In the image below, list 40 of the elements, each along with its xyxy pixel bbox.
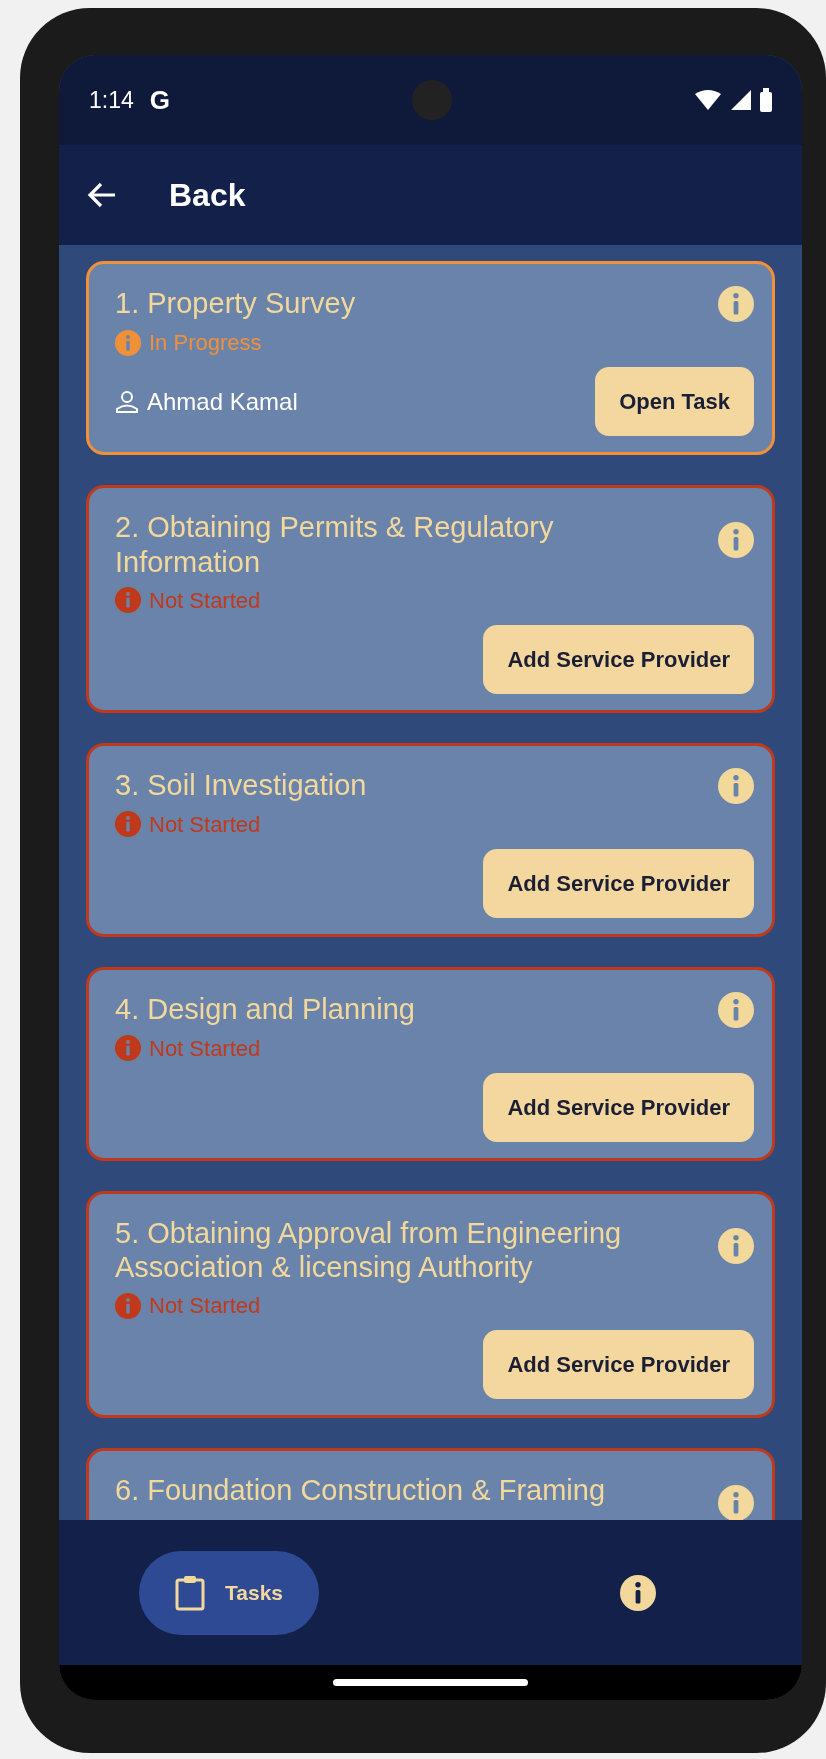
wifi-icon	[694, 89, 722, 111]
status-icon	[115, 1035, 141, 1062]
task-action-button[interactable]: Add Service Provider	[483, 1330, 754, 1400]
status-label: Not Started	[149, 586, 261, 615]
task-action-button[interactable]: Add Service Provider	[483, 1072, 754, 1142]
status-icon	[115, 811, 141, 838]
info-icon	[620, 1574, 656, 1611]
task-title: 3. Soil Investigation	[115, 767, 367, 803]
back-arrow-icon[interactable]	[87, 182, 117, 208]
task-action-button[interactable]: Add Service Provider	[483, 624, 754, 694]
status-time: 1:14	[89, 85, 134, 115]
task-title: 5. Obtaining Approval from Engineering Association & licensing Authority	[115, 1215, 623, 1286]
task-action-button[interactable]: Add Service Provider	[483, 848, 754, 918]
task-title: 6. Foundation Construction & Framing	[115, 1473, 606, 1508]
status-icon	[115, 1292, 141, 1319]
battery-icon	[760, 88, 772, 112]
task-action-button[interactable]: Open Task	[595, 367, 754, 436]
info-icon[interactable]	[718, 522, 754, 558]
info-icon[interactable]	[718, 767, 754, 804]
screen-title: Back	[169, 176, 246, 215]
status-icon	[115, 587, 141, 614]
task-title: 4. Design and Planning	[115, 991, 415, 1027]
signal-icon	[730, 89, 752, 111]
info-icon[interactable]	[718, 1227, 754, 1264]
task-title: 2. Obtaining Permits & Regulatory Information	[115, 510, 555, 580]
status-label: Not Started	[149, 1292, 261, 1321]
person-icon	[115, 389, 139, 414]
info-icon[interactable]	[718, 991, 754, 1028]
status-icon	[115, 329, 141, 356]
app-letter: G	[149, 83, 170, 117]
clipboard-icon	[175, 1574, 205, 1611]
task-title: 1. Property Survey	[115, 286, 356, 321]
tasks-tab[interactable]: Tasks	[139, 1550, 319, 1635]
info-icon[interactable]	[718, 1485, 754, 1520]
info-icon[interactable]	[718, 286, 754, 322]
status-label: In Progress	[149, 329, 262, 357]
status-label: Not Started	[149, 810, 261, 839]
camera-hole	[412, 80, 452, 120]
status-label: Not Started	[149, 1034, 261, 1063]
assignee-name: Ahmad Kamal	[147, 386, 298, 417]
